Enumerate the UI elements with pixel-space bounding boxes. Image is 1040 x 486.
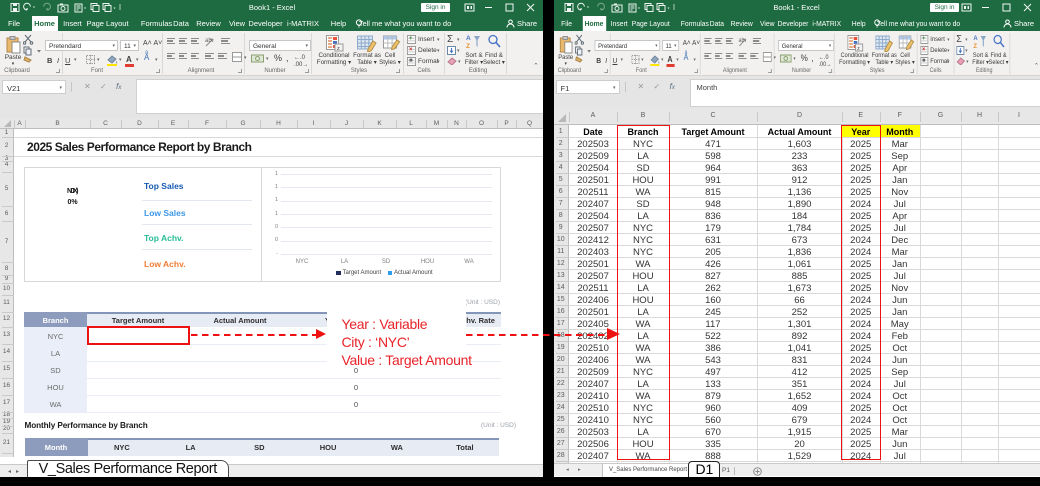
svg-text:ab: ab (738, 38, 744, 44)
svg-text:A: A (466, 35, 471, 42)
svg-text:ab: ab (205, 38, 212, 44)
svg-text:Z: Z (466, 43, 470, 49)
svg-text:A: A (973, 35, 978, 42)
svg-text:Z: Z (973, 43, 977, 49)
